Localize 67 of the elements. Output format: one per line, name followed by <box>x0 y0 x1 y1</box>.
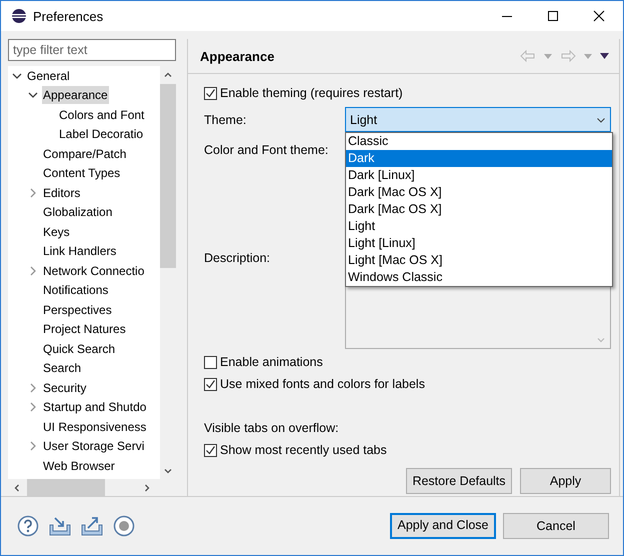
expand-icon[interactable] <box>28 188 38 198</box>
expand-icon[interactable] <box>28 402 38 412</box>
scroll-right-icon[interactable] <box>142 482 152 492</box>
tree-item[interactable]: Security <box>42 378 88 397</box>
tree-item[interactable]: General <box>26 66 71 85</box>
tree-item[interactable]: Colors and Font <box>58 106 146 124</box>
dropdown-option[interactable]: Light <box>346 218 612 235</box>
tree-item[interactable]: Compare/Patch <box>42 144 128 163</box>
dropdown-option[interactable]: Classic <box>346 133 612 150</box>
close-icon[interactable] <box>593 10 605 22</box>
dialog-button[interactable]: Apply and Close <box>390 513 496 539</box>
tree-item[interactable]: Quick Search <box>42 340 116 358</box>
tree-item[interactable]: Network Connectio <box>42 262 146 280</box>
tree-item[interactable]: Perspectives <box>42 300 113 319</box>
checkbox[interactable] <box>204 444 217 456</box>
tree-item[interactable]: Search <box>42 359 82 378</box>
checkbox[interactable] <box>204 356 217 368</box>
dropdown-option[interactable]: Dark [Mac OS X] <box>346 201 612 218</box>
help-icon[interactable] <box>17 515 39 537</box>
checkbox-label: Use mixed fonts and colors for labels <box>220 377 425 391</box>
expand-icon[interactable] <box>28 266 38 276</box>
collapse-icon[interactable] <box>28 90 38 100</box>
checkbox-label: Show most recently used tabs <box>220 443 387 457</box>
tree-item[interactable]: User Storage Servi <box>42 437 146 456</box>
checkbox[interactable] <box>204 378 217 390</box>
scroll-left-icon[interactable] <box>12 482 22 492</box>
tree-item[interactable]: Globalization <box>42 203 114 222</box>
tree-item[interactable]: Web Browser <box>42 456 116 475</box>
tree-item[interactable]: UI Responsiveness <box>42 418 148 436</box>
tree-item[interactable]: Project Natures <box>42 320 127 338</box>
page-button[interactable]: Apply <box>520 468 611 494</box>
theme-label: Theme: <box>204 112 248 126</box>
tree-item[interactable]: Link Handlers <box>42 242 118 260</box>
tree-item[interactable]: Content Types <box>42 164 122 182</box>
checkbox[interactable] <box>204 86 217 100</box>
tree-item[interactable]: Label Decoratio <box>58 125 144 144</box>
description-label: Description: <box>204 251 271 265</box>
dropdown-option[interactable]: Dark [Mac OS X] <box>346 184 612 201</box>
export-icon[interactable] <box>81 516 103 536</box>
record-icon[interactable] <box>113 515 135 537</box>
checkbox-label: Enable animations <box>220 355 323 369</box>
dropdown-option[interactable]: Dark <box>346 150 612 167</box>
tree-item[interactable]: Editors <box>42 184 82 202</box>
app-icon <box>11 8 27 24</box>
page-title: Appearance <box>200 48 274 64</box>
scroll-down-icon[interactable] <box>163 466 173 476</box>
tree-item[interactable]: Notifications <box>42 281 110 300</box>
tree-item[interactable]: Appearance <box>42 86 109 104</box>
expand-icon[interactable] <box>28 382 38 393</box>
view-menu-icon[interactable] <box>600 53 609 59</box>
section-label: Visible tabs on overflow: <box>204 420 340 437</box>
dropdown-option[interactable]: Light [Linux] <box>346 235 612 252</box>
expand-icon[interactable] <box>28 441 38 452</box>
collapse-icon[interactable] <box>12 70 22 81</box>
dialog-button[interactable]: Cancel <box>503 513 609 539</box>
dropdown-option[interactable]: Windows Classic <box>346 269 612 286</box>
window-title: Preferences <box>33 8 104 24</box>
tree-item[interactable]: Keys <box>42 222 71 241</box>
import-icon[interactable] <box>49 516 71 536</box>
checkbox-label: Enable theming (requires restart) <box>220 86 403 100</box>
dropdown-option[interactable]: Dark [Linux] <box>346 167 612 184</box>
dropdown-option[interactable]: Light [Mac OS X] <box>346 252 612 269</box>
page-button[interactable]: Restore Defaults <box>406 468 512 494</box>
maximize-icon[interactable] <box>547 10 559 22</box>
filter-field[interactable]: type filter text <box>8 39 176 61</box>
tree-item[interactable]: Startup and Shutdo <box>42 398 148 416</box>
color-font-theme-label: Color and Font theme: <box>204 142 330 156</box>
